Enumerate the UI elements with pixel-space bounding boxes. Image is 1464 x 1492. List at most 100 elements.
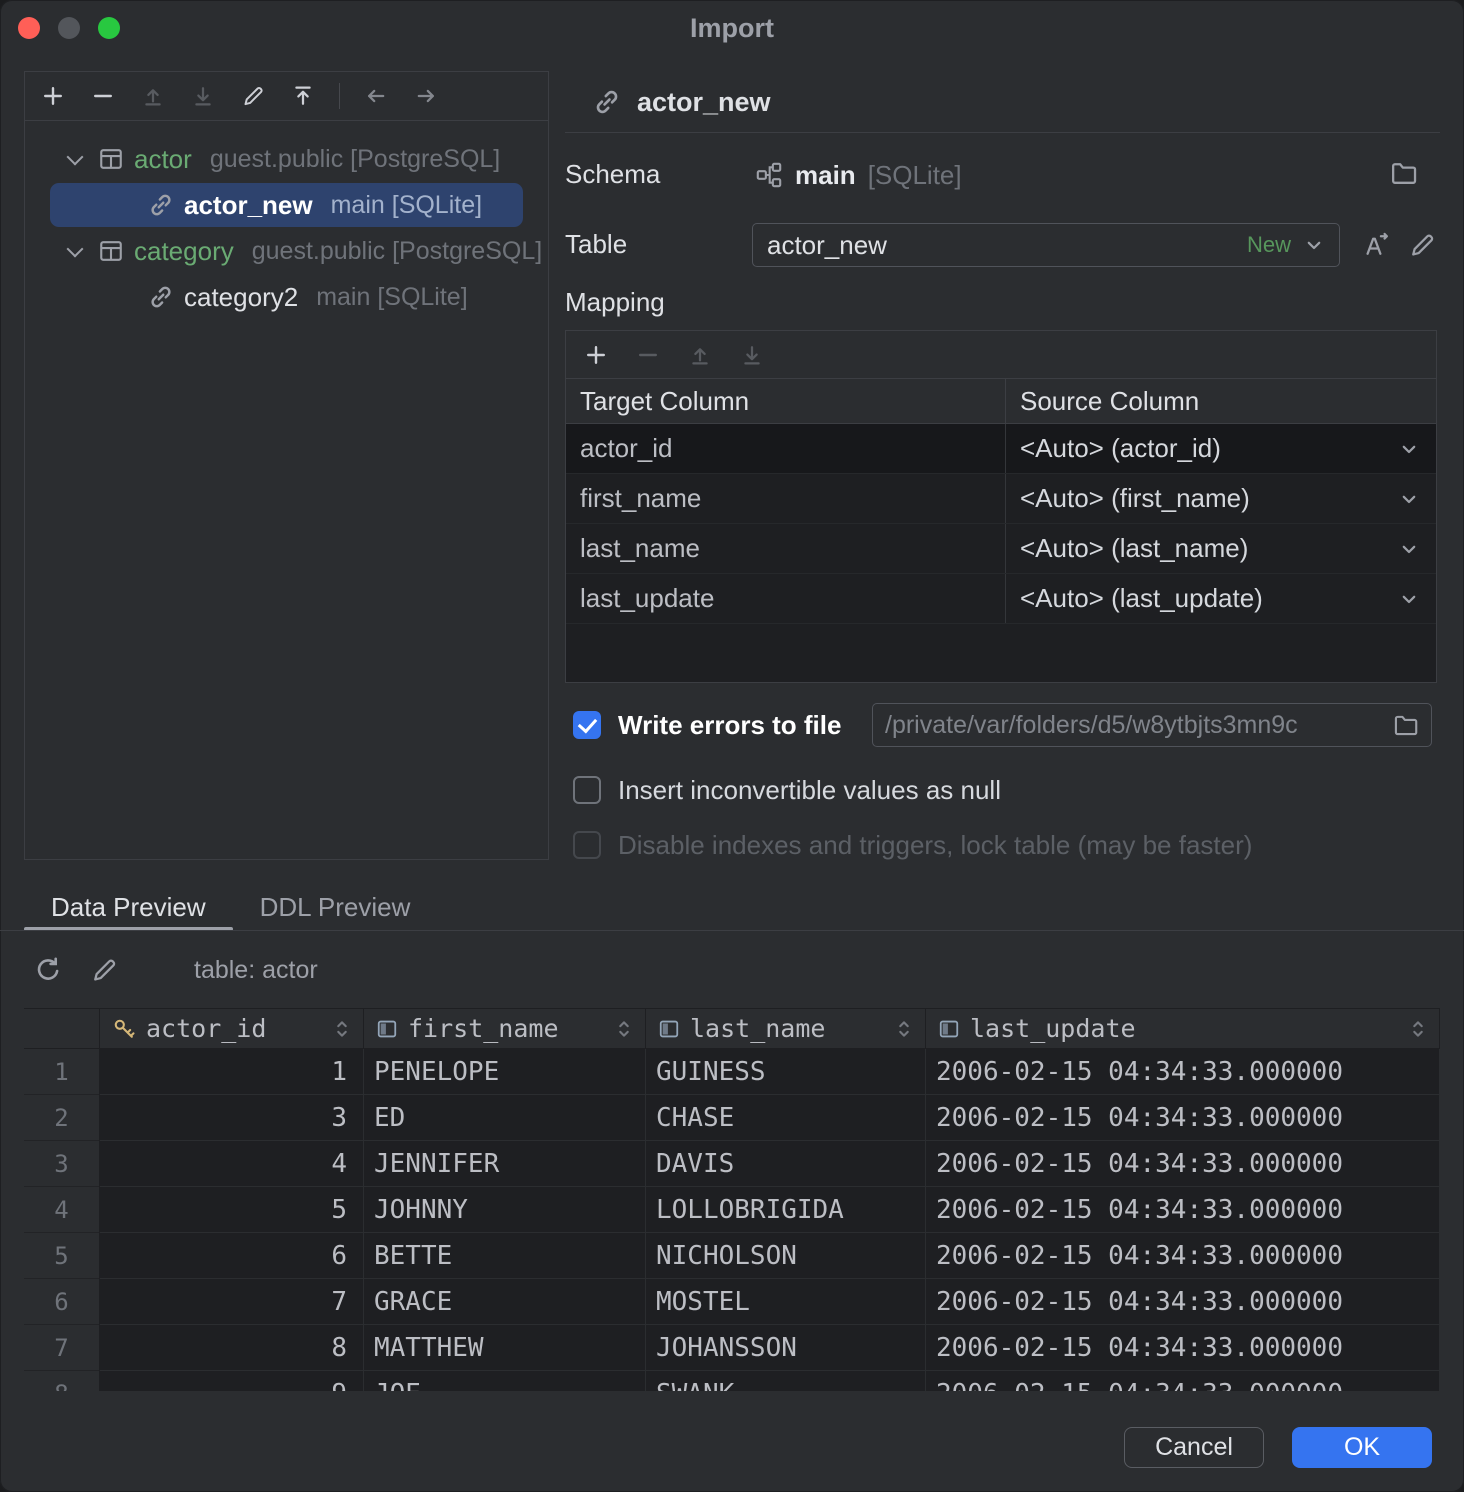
edit-button[interactable] [231, 77, 275, 115]
grid-data-row[interactable]: 4 5 JOHNNY LOLLOBRIGIDA 2006-02-15 04:34… [24, 1187, 1440, 1233]
folder-icon[interactable] [1393, 712, 1419, 738]
source-column-cell[interactable]: <Auto> (first_name) [1006, 474, 1436, 523]
mapping-row[interactable]: last_update <Auto> (last_update) [566, 574, 1436, 624]
last-update-cell[interactable]: 2006-02-15 04:34:33.000000 [926, 1233, 1440, 1279]
sort-arrows-icon[interactable] [1409, 1019, 1427, 1039]
source-column-cell[interactable]: <Auto> (last_update) [1006, 574, 1436, 623]
back-button[interactable] [354, 77, 398, 115]
target-column-cell[interactable]: last_name [566, 524, 1006, 573]
actor-id-cell[interactable]: 8 [100, 1325, 364, 1371]
actor-id-cell[interactable]: 4 [100, 1141, 364, 1187]
remove-button[interactable] [81, 77, 125, 115]
sort-arrows-icon[interactable] [895, 1019, 913, 1039]
first-name-cell[interactable]: ED [364, 1095, 646, 1141]
actor-id-cell[interactable]: 6 [100, 1233, 364, 1279]
chevron-down-icon[interactable] [1398, 438, 1420, 460]
grid-data-row[interactable]: 8 9 JOE SWANK 2006-02-15 04:34:33.000000 [24, 1371, 1440, 1391]
sort-arrows-icon[interactable] [615, 1019, 633, 1039]
chevron-down-icon[interactable] [62, 146, 88, 172]
last-name-cell[interactable]: JOHANSSON [646, 1325, 926, 1371]
schema-value[interactable]: main [SQLite] [755, 153, 962, 197]
chevron-down-icon[interactable] [1303, 234, 1325, 256]
sort-arrows-icon[interactable] [333, 1019, 351, 1039]
grid-data-row[interactable]: 2 3 ED CHASE 2006-02-15 04:34:33.000000 [24, 1095, 1440, 1141]
tree-item[interactable]: category guest.public [PostgreSQL] [50, 229, 523, 273]
refresh-button[interactable] [24, 948, 72, 992]
error-file-path-field[interactable]: /private/var/folders/d5/w8ytbjts3mn9c [872, 703, 1432, 747]
edit-table-button[interactable] [1408, 231, 1436, 259]
grid-column-header[interactable]: last_name [646, 1009, 926, 1049]
actor-id-cell[interactable]: 5 [100, 1187, 364, 1233]
grid-data-row[interactable]: 7 8 MATTHEW JOHANSSON 2006-02-15 04:34:3… [24, 1325, 1440, 1371]
grid-column-header[interactable]: actor_id [100, 1009, 364, 1049]
mapping-move-up-button[interactable] [678, 336, 722, 374]
first-name-cell[interactable]: MATTHEW [364, 1325, 646, 1371]
move-up-button[interactable] [131, 77, 175, 115]
mapping-move-down-button[interactable] [730, 336, 774, 374]
first-name-cell[interactable]: GRACE [364, 1279, 646, 1325]
mapping-add-button[interactable] [574, 336, 618, 374]
tree-item[interactable]: actor_new main [SQLite] [50, 183, 523, 227]
last-update-cell[interactable]: 2006-02-15 04:34:33.000000 [926, 1049, 1440, 1095]
last-update-cell[interactable]: 2006-02-15 04:34:33.000000 [926, 1141, 1440, 1187]
target-column-cell[interactable]: actor_id [566, 424, 1006, 473]
actor-id-cell[interactable]: 7 [100, 1279, 364, 1325]
auto-generate-name-button[interactable] [1362, 231, 1390, 259]
schema-name: main [795, 160, 856, 191]
actor-id-cell[interactable]: 3 [100, 1095, 364, 1141]
cancel-button[interactable]: Cancel [1124, 1427, 1264, 1468]
write-errors-checkbox[interactable] [573, 711, 601, 739]
grid-data-row[interactable]: 5 6 BETTE NICHOLSON 2006-02-15 04:34:33.… [24, 1233, 1440, 1279]
chevron-down-icon[interactable] [1398, 588, 1420, 610]
last-update-cell[interactable]: 2006-02-15 04:34:33.000000 [926, 1279, 1440, 1325]
grid-column-header[interactable]: last_update [926, 1009, 1440, 1049]
actor-id-cell[interactable]: 9 [100, 1371, 364, 1391]
last-name-cell[interactable]: MOSTEL [646, 1279, 926, 1325]
last-name-cell[interactable]: NICHOLSON [646, 1233, 926, 1279]
mapping-row[interactable]: actor_id <Auto> (actor_id) [566, 424, 1436, 474]
last-name-cell[interactable]: CHASE [646, 1095, 926, 1141]
mapping-row[interactable]: first_name <Auto> (first_name) [566, 474, 1436, 524]
first-name-cell[interactable]: BETTE [364, 1233, 646, 1279]
first-name-cell[interactable]: JOE [364, 1371, 646, 1391]
source-column-cell[interactable]: <Auto> (last_name) [1006, 524, 1436, 573]
last-update-cell[interactable]: 2006-02-15 04:34:33.000000 [926, 1095, 1440, 1141]
first-name-cell[interactable]: PENELOPE [364, 1049, 646, 1095]
preview-tab[interactable]: DDL Preview [233, 884, 438, 931]
first-name-cell[interactable]: JOHNNY [364, 1187, 646, 1233]
last-update-cell[interactable]: 2006-02-15 04:34:33.000000 [926, 1371, 1440, 1391]
insert-null-checkbox[interactable] [573, 776, 601, 804]
first-name-cell[interactable]: JENNIFER [364, 1141, 646, 1187]
schema-browse-button[interactable] [1390, 159, 1418, 187]
edit-data-button[interactable] [80, 948, 128, 992]
source-column-cell[interactable]: <Auto> (actor_id) [1006, 424, 1436, 473]
target-column-cell[interactable]: first_name [566, 474, 1006, 523]
last-name-cell[interactable]: SWANK [646, 1371, 926, 1391]
grid-column-name: actor_id [146, 1014, 266, 1043]
last-name-cell[interactable]: GUINESS [646, 1049, 926, 1095]
move-down-button[interactable] [181, 77, 225, 115]
table-name-field[interactable]: actor_new New [752, 223, 1340, 267]
last-name-cell[interactable]: LOLLOBRIGIDA [646, 1187, 926, 1233]
target-column-cell[interactable]: last_update [566, 574, 1006, 623]
grid-column-header[interactable]: first_name [364, 1009, 646, 1049]
add-button[interactable] [31, 77, 75, 115]
actor-id-cell[interactable]: 1 [100, 1049, 364, 1095]
ok-button[interactable]: OK [1292, 1427, 1432, 1468]
forward-button[interactable] [404, 77, 448, 115]
grid-data-row[interactable]: 3 4 JENNIFER DAVIS 2006-02-15 04:34:33.0… [24, 1141, 1440, 1187]
mapping-row[interactable]: last_name <Auto> (last_name) [566, 524, 1436, 574]
grid-data-row[interactable]: 6 7 GRACE MOSTEL 2006-02-15 04:34:33.000… [24, 1279, 1440, 1325]
last-update-cell[interactable]: 2006-02-15 04:34:33.000000 [926, 1187, 1440, 1233]
last-name-cell[interactable]: DAVIS [646, 1141, 926, 1187]
preview-tab[interactable]: Data Preview [24, 884, 233, 931]
export-button[interactable] [281, 77, 325, 115]
tree-item[interactable]: actor guest.public [PostgreSQL] [50, 137, 523, 181]
chevron-down-icon[interactable] [1398, 538, 1420, 560]
chevron-down-icon[interactable] [62, 238, 88, 264]
mapping-remove-button[interactable] [626, 336, 670, 374]
chevron-down-icon[interactable] [1398, 488, 1420, 510]
grid-data-row[interactable]: 1 1 PENELOPE GUINESS 2006-02-15 04:34:33… [24, 1049, 1440, 1095]
last-update-cell[interactable]: 2006-02-15 04:34:33.000000 [926, 1325, 1440, 1371]
tree-item[interactable]: category2 main [SQLite] [50, 275, 523, 319]
